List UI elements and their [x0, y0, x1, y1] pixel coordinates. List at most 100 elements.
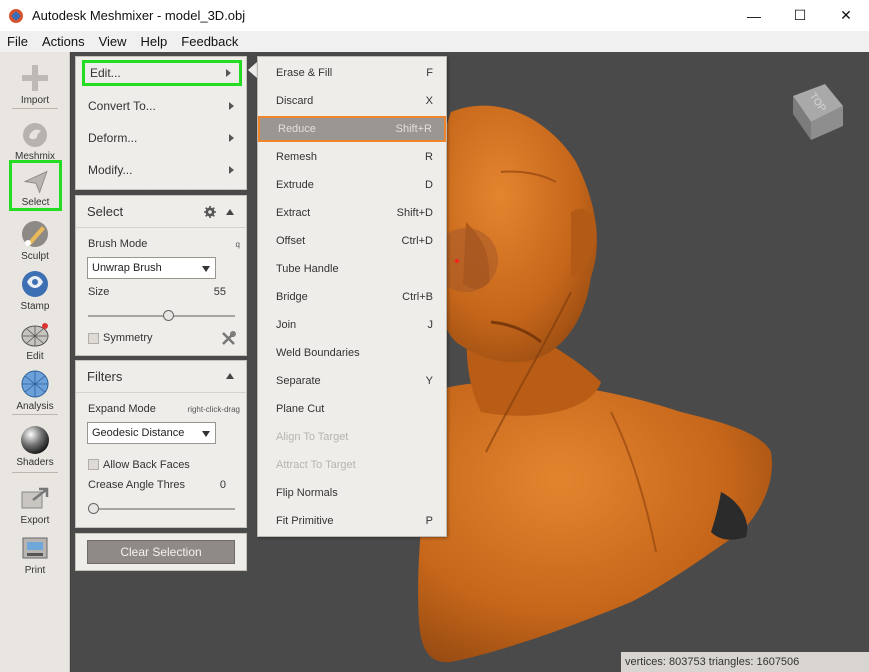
edit-mesh-icon	[21, 323, 49, 347]
menu-view[interactable]: View	[92, 31, 134, 52]
brush-mode-label: Brush Mode	[88, 238, 148, 250]
submenu-item-label: Reduce	[278, 123, 316, 135]
select-panel-header: Select	[76, 196, 246, 228]
crease-angle-slider-handle[interactable]	[88, 503, 99, 514]
chevron-right-icon	[229, 134, 234, 142]
collapse-icon[interactable]	[226, 209, 234, 215]
size-label: Size	[88, 286, 110, 298]
stamp-label: Stamp	[20, 301, 50, 312]
submenu-item-shortcut: X	[425, 95, 433, 107]
submenu-item-discard[interactable]: Discard X	[261, 88, 443, 114]
submenu-item-label: Weld Boundaries	[276, 347, 360, 359]
expand-mode-value: Geodesic Distance	[92, 427, 185, 439]
close-button[interactable]: ✕	[823, 0, 869, 31]
brush-mode-value: Unwrap Brush	[92, 262, 162, 274]
submenu-item-erase-fill[interactable]: Erase & Fill F	[261, 60, 443, 86]
submenu-item-extract[interactable]: Extract Shift+D	[261, 200, 443, 226]
submenu-item-remesh[interactable]: Remesh R	[261, 144, 443, 170]
submenu-item-flip-normals[interactable]: Flip Normals	[261, 480, 443, 506]
printer-icon	[22, 537, 48, 559]
toolbar-divider	[12, 472, 58, 473]
submenu-item-label: Fit Primitive	[276, 515, 334, 527]
expand-mode-hint: right-click-drag	[187, 405, 240, 414]
collapse-icon[interactable]	[226, 373, 234, 379]
gear-icon[interactable]	[204, 206, 216, 218]
submenu-item-plane-cut[interactable]: Plane Cut	[261, 396, 443, 422]
submenu-item-label: Plane Cut	[276, 403, 325, 415]
select-panel-title: Select	[87, 204, 124, 219]
submenu-item-label: Attract To Target	[276, 459, 356, 471]
size-value: 55	[213, 286, 226, 298]
chevron-right-icon	[229, 102, 234, 110]
size-slider-track[interactable]	[88, 315, 235, 317]
submenu-item-label: Align To Target	[276, 431, 349, 443]
filters-panel-header: Filters	[76, 361, 246, 393]
submenu-item-shortcut: Shift+D	[396, 207, 433, 219]
submenu-item-shortcut: Y	[425, 375, 433, 387]
maximize-button[interactable]: ☐	[777, 0, 823, 31]
submenu-item-offset[interactable]: Offset Ctrl+D	[261, 228, 443, 254]
submenu-item-bridge[interactable]: Bridge Ctrl+B	[261, 284, 443, 310]
deform-menu-button[interactable]: Deform...	[82, 125, 242, 151]
edit-menu-button[interactable]: Edit...	[82, 60, 242, 86]
sculpt-tool[interactable]: Sculpt	[8, 212, 62, 262]
submenu-item-label: Separate	[276, 375, 321, 387]
submenu-item-join[interactable]: Join J	[261, 312, 443, 338]
select-tool[interactable]: Select	[9, 160, 62, 211]
submenu-item-tube-handle[interactable]: Tube Handle	[261, 256, 443, 282]
crease-angle-slider-track[interactable]	[88, 508, 235, 510]
analysis-sphere-icon	[21, 370, 49, 398]
stamp-tool[interactable]: Stamp	[8, 262, 62, 312]
submenu-item-reduce[interactable]: Reduce Shift+R	[258, 116, 446, 142]
submenu-item-shortcut: P	[425, 515, 433, 527]
shaders-tool[interactable]: Shaders	[8, 418, 62, 468]
edit-menu-panel: Edit... Convert To... Deform... Modify..…	[75, 56, 247, 190]
submenu-item-shortcut: R	[425, 151, 433, 163]
title-bar: Autodesk Meshmixer - model_3D.obj — ☐ ✕	[0, 0, 869, 31]
menu-bar: File Actions View Help Feedback	[0, 31, 869, 52]
meshmix-tool[interactable]: Meshmix	[8, 112, 62, 162]
allow-back-faces-label: Allow Back Faces	[103, 459, 190, 471]
select-label: Select	[21, 197, 50, 208]
submenu-item-extrude[interactable]: Extrude D	[261, 172, 443, 198]
print-tool[interactable]: Print	[8, 526, 62, 576]
symmetry-tools-icon[interactable]	[221, 331, 236, 346]
brush-mode-dropdown[interactable]: Unwrap Brush	[87, 257, 216, 279]
submenu-item-label: Flip Normals	[276, 487, 338, 499]
export-tool[interactable]: Export	[8, 476, 62, 526]
submenu-item-fit-primitive[interactable]: Fit Primitive P	[261, 508, 443, 534]
filters-panel: Filters Expand Mode right-click-drag Geo…	[75, 360, 247, 528]
submenu-item-label: Bridge	[276, 291, 308, 303]
toolbar-divider	[12, 414, 58, 415]
crease-angle-label: Crease Angle Thres	[88, 479, 186, 491]
menu-file[interactable]: File	[0, 31, 35, 52]
view-navigation-cube[interactable]: TOP	[785, 78, 849, 142]
crease-angle-value: 0	[219, 479, 226, 491]
modify-menu-button[interactable]: Modify...	[82, 157, 242, 183]
expand-mode-dropdown[interactable]: Geodesic Distance	[87, 422, 216, 444]
meshmixer-app-icon	[9, 8, 23, 23]
import-tool[interactable]: Import	[8, 56, 62, 106]
submenu-item-weld-boundaries[interactable]: Weld Boundaries	[261, 340, 443, 366]
allow-back-faces-checkbox[interactable]	[88, 459, 99, 470]
submenu-item-label: Join	[276, 319, 297, 331]
symmetry-checkbox[interactable]	[88, 333, 99, 344]
analysis-tool[interactable]: Analysis	[8, 362, 62, 412]
edit-tool[interactable]: Edit	[8, 312, 62, 362]
minimize-button[interactable]: —	[731, 0, 777, 31]
symmetry-label: Symmetry	[103, 332, 153, 344]
clear-selection-button[interactable]: Clear Selection	[87, 540, 235, 564]
submenu-item-separate[interactable]: Separate Y	[261, 368, 443, 394]
menu-actions[interactable]: Actions	[35, 31, 92, 52]
edit-label: Edit	[26, 351, 44, 362]
stamp-icon	[22, 271, 48, 297]
convert-to-menu-button[interactable]: Convert To...	[82, 93, 242, 119]
export-icon	[21, 487, 49, 509]
submenu-item-label: Tube Handle	[276, 263, 339, 275]
menu-help[interactable]: Help	[134, 31, 175, 52]
size-slider-handle[interactable]	[162, 310, 174, 321]
import-label: Import	[20, 95, 50, 106]
plus-icon	[22, 65, 48, 91]
submenu-item-shortcut: Ctrl+B	[402, 291, 433, 303]
menu-feedback[interactable]: Feedback	[174, 31, 245, 52]
